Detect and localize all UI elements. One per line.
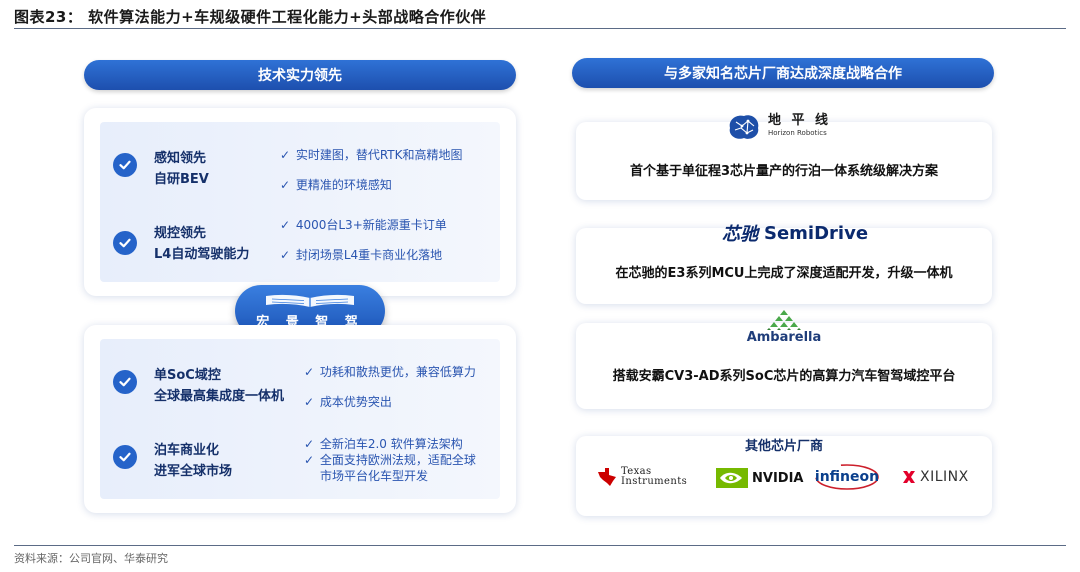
right-header-text: 与多家知名芯片厂商达成深度战略合作 xyxy=(664,66,902,82)
partner-card-ambarella: Ambarella 搭载安霸CV3-AD系列SoC芯片的高算力汽车智驾域控平台 xyxy=(576,310,992,409)
nvidia-logo: NVIDIA xyxy=(716,468,803,488)
figure-title: 图表23： 软件算法能力+车规级硬件工程化能力+头部战略合作伙伴 xyxy=(14,8,487,26)
ambarella-triangle-icon xyxy=(767,310,801,330)
check-icon xyxy=(113,370,137,394)
semidrive-logo: 芯驰 SemiDrive xyxy=(722,222,869,246)
feature-bullet: ✓ 成本优势突出 xyxy=(304,395,392,409)
check-icon xyxy=(113,231,137,255)
horizon-logo: 地 平 线 Horizon Robotics xyxy=(726,112,831,142)
partner-card-semidrive: 芯驰 SemiDrive 在芯驰的E3系列MCU上完成了深度适配开发，升级一体机 xyxy=(576,223,992,304)
feature-bullet: ✓ 更精准的环境感知 xyxy=(280,178,392,192)
top-divider xyxy=(14,28,1066,29)
others-title: 其他芯片厂商 xyxy=(744,439,823,454)
feature-bullet: ✓ 功耗和散热更优，兼容低算力 xyxy=(304,365,476,379)
xilinx-x-icon xyxy=(903,471,915,483)
feature-bullet: ✓ 实时建图，替代RTK和高精地图 xyxy=(280,148,463,162)
check-icon xyxy=(113,153,137,177)
partner-card-horizon: 地 平 线 Horizon Robotics 首个基于单征程3芯片量产的行泊一体… xyxy=(576,114,992,200)
partner-card-others: 其他芯片厂商 Texas Instruments NVIDIA infineon xyxy=(576,436,992,516)
left-header-pill: 技术实力领先 xyxy=(84,60,516,90)
feature-bullet: ✓ 全面支持欧洲法规，适配全球 xyxy=(304,453,476,467)
feature-title: 单SoC域控 全球最高集成度一体机 xyxy=(154,368,285,404)
right-header-pill: 与多家知名芯片厂商达成深度战略合作 xyxy=(572,58,994,88)
feature-bullet: ✓ 封闭场景L4重卡商业化落地 xyxy=(280,248,443,262)
tech-card-bottom: 单SoC域控 全球最高集成度一体机 ✓ 功耗和散热更优，兼容低算力 ✓ 成本优势… xyxy=(84,325,516,513)
partner-desc: 在芯驰的E3系列MCU上完成了深度适配开发，升级一体机 xyxy=(615,266,953,281)
feature-bullet: ✓ 全新泊车2.0 软件算法架构 xyxy=(304,437,463,451)
feature-title: 规控领先 L4自动驾驶能力 xyxy=(154,226,250,262)
ti-logo: Texas Instruments xyxy=(596,466,687,488)
tech-card-top-inner: 感知领先 自研BEV ✓ 实时建图，替代RTK和高精地图 ✓ 更精准的环境感知 … xyxy=(100,122,500,282)
partner-desc: 首个基于单征程3芯片量产的行泊一体系统级解决方案 xyxy=(629,164,939,179)
source-note: 资料来源：公司官网、华泰研究 xyxy=(14,552,168,565)
feature-bullet-continued: 市场平台化车型开发 xyxy=(320,469,429,483)
bottom-divider xyxy=(14,545,1066,546)
left-header-text: 技术实力领先 xyxy=(258,68,342,84)
ambarella-logo: Ambarella xyxy=(576,309,992,345)
check-icon xyxy=(113,445,137,469)
tech-card-bottom-inner: 单SoC域控 全球最高集成度一体机 ✓ 功耗和散热更优，兼容低算力 ✓ 成本优势… xyxy=(100,339,500,499)
feature-title: 泊车商业化 进军全球市场 xyxy=(154,443,233,479)
feature-title: 感知领先 自研BEV xyxy=(154,151,209,187)
tech-card-top: 感知领先 自研BEV ✓ 实时建图，替代RTK和高精地图 ✓ 更精准的环境感知 … xyxy=(84,108,516,296)
texas-state-icon xyxy=(598,468,616,486)
xilinx-logo: XILINX xyxy=(902,469,969,485)
infineon-logo: infineon xyxy=(814,462,880,492)
horizon-brain-icon xyxy=(729,115,759,139)
nvidia-eye-icon xyxy=(716,468,748,488)
feature-bullet: ✓ 4000台L3+新能源重卡订单 xyxy=(280,218,447,232)
book-logo-icon xyxy=(266,294,354,307)
partner-desc: 搭载安霸CV3-AD系列SoC芯片的高算力汽车智驾域控平台 xyxy=(612,369,956,384)
